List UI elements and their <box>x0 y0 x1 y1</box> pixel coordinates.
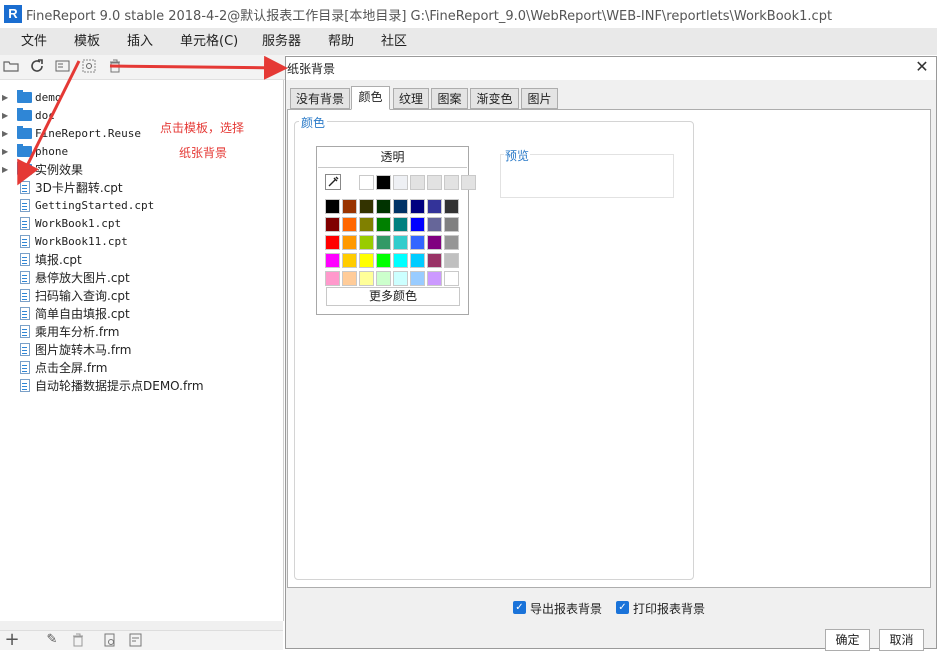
annotation-arrows <box>17 55 288 186</box>
arrow-to-dialog <box>109 55 288 80</box>
arrow-to-tree <box>17 60 81 186</box>
